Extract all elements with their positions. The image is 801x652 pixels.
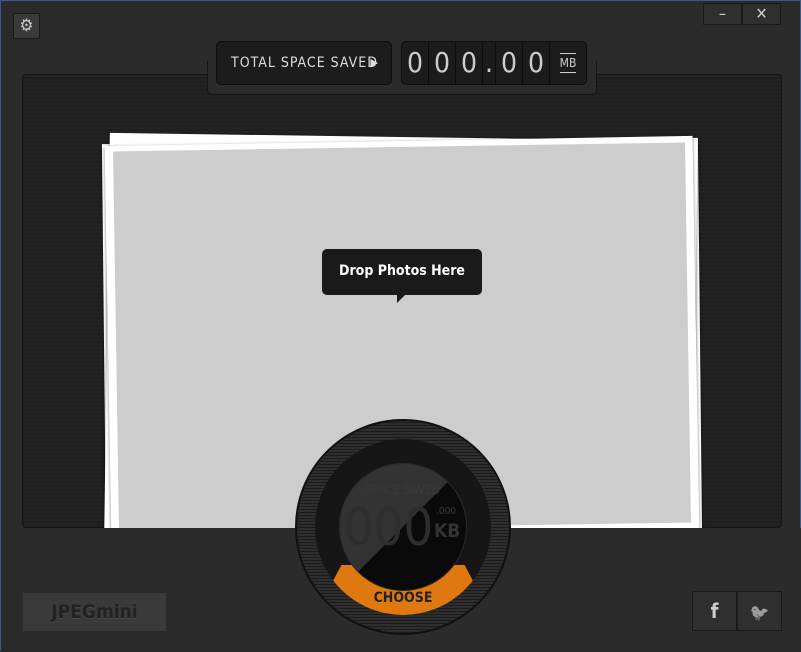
gear-icon: ⚙: [19, 16, 34, 36]
twitter-icon: 🐦: [749, 603, 770, 622]
unit-label: MB: [559, 53, 577, 73]
digit: 0: [496, 42, 523, 84]
jpegmini-logo[interactable]: JPEGmini: [23, 593, 166, 631]
digit: 0: [429, 42, 456, 84]
digit: 0: [456, 42, 483, 84]
space-saved-unit: KB: [434, 520, 461, 542]
space-saved-label: SPACE SAVED: [366, 483, 440, 497]
space-saved-fraction: .000: [436, 506, 457, 517]
facebook-icon: f: [710, 599, 719, 623]
decimal-point: .: [483, 42, 496, 84]
total-space-saved-button[interactable]: TOTAL SPACE SAVED ▶: [216, 41, 392, 85]
total-counter: 0 0 0 . 0 0 MB: [401, 41, 587, 85]
close-button[interactable]: ✕: [742, 3, 781, 25]
space-saved-value: 000: [344, 498, 434, 558]
facebook-button[interactable]: f: [692, 591, 737, 631]
dial-face: SPACE SAVED 000 .000 KB: [339, 463, 467, 591]
total-label: TOTAL SPACE SAVED: [231, 55, 378, 71]
minimize-button[interactable]: –: [703, 3, 742, 25]
settings-button[interactable]: ⚙: [13, 13, 40, 39]
space-saved-dial: CHOOSE SPACE SAVED 000 .000 KB: [295, 419, 511, 635]
play-icon: ▶: [370, 56, 379, 69]
drop-tooltip: Drop Photos Here: [322, 249, 482, 303]
digit: 0: [402, 42, 429, 84]
digit: 0: [523, 42, 550, 84]
app-window: ⚙ – ✕ TOTAL SPACE SAVED ▶ 0 0 0 . 0 0 MB …: [0, 0, 801, 652]
twitter-button[interactable]: 🐦: [737, 591, 782, 631]
